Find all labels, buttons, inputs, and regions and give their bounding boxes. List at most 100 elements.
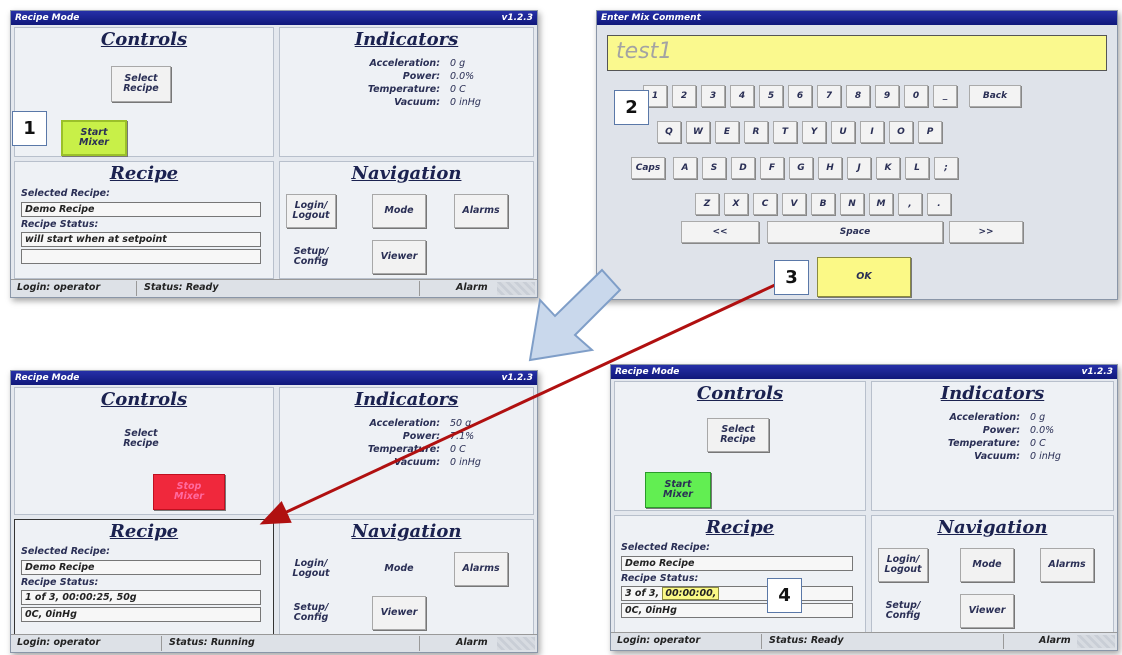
recipe-section: Recipe Selected Recipe: Demo Recipe Reci… <box>14 161 274 279</box>
key-semicolon[interactable]: ; <box>934 157 958 179</box>
status-bar: Login: operator Status: Ready Alarm <box>11 279 537 297</box>
key-_[interactable]: _ <box>933 85 957 107</box>
caps-key[interactable]: Caps <box>631 157 665 179</box>
acceleration-value: 0 g <box>450 58 466 69</box>
window-title: Recipe Mode <box>15 373 80 383</box>
key-s[interactable]: S <box>702 157 726 179</box>
recipe-status-line2: 0C, 0inHg <box>21 607 261 622</box>
key-3[interactable]: 3 <box>701 85 725 107</box>
key-g[interactable]: G <box>789 157 813 179</box>
temperature-label: Temperature: <box>367 444 440 455</box>
key-t[interactable]: T <box>773 121 797 143</box>
comment-input[interactable]: test1 <box>607 35 1107 71</box>
key-v[interactable]: V <box>782 193 806 215</box>
alarms-button[interactable]: Alarms <box>1040 548 1094 582</box>
dialog-titlebar: Enter Mix Comment <box>597 11 1117 25</box>
space-key[interactable]: Space <box>767 221 943 243</box>
key-k[interactable]: K <box>876 157 900 179</box>
key-h[interactable]: H <box>818 157 842 179</box>
key-a[interactable]: A <box>673 157 697 179</box>
mode-button[interactable]: Mode <box>960 548 1014 582</box>
login-logout-button[interactable]: Login/ Logout <box>878 548 928 582</box>
power-value: 0.0% <box>1030 425 1055 436</box>
key-m[interactable]: M <box>869 193 893 215</box>
recipe-mode-panel-complete: Recipe Mode v1.2.3 Controls Select Recip… <box>610 364 1118 651</box>
alarms-button[interactable]: Alarms <box>454 194 508 228</box>
key-u[interactable]: U <box>831 121 855 143</box>
login-logout-button[interactable]: Login/ Logout <box>286 194 336 228</box>
temperature-label: Temperature: <box>367 84 440 95</box>
selected-recipe-label: Selected Recipe: <box>21 546 110 557</box>
key-w[interactable]: W <box>686 121 710 143</box>
recipe-mode-panel-running: Recipe Mode v1.2.3 Controls Select Recip… <box>10 370 538 653</box>
key-i[interactable]: I <box>860 121 884 143</box>
cursor-left-key[interactable]: << <box>681 221 759 243</box>
key-y[interactable]: Y <box>802 121 826 143</box>
stop-mixer-button[interactable]: Stop Mixer <box>153 474 225 510</box>
navigation-section: Navigation Login/ Logout Mode Alarms Set… <box>871 515 1114 633</box>
select-recipe-button[interactable]: Select Recipe <box>707 418 769 452</box>
key-d[interactable]: D <box>731 157 755 179</box>
titlebar: Recipe Mode v1.2.3 <box>11 371 537 385</box>
selected-recipe-field: Demo Recipe <box>21 560 261 575</box>
cursor-right-key[interactable]: >> <box>949 221 1023 243</box>
login-status: Login: operator <box>17 637 101 648</box>
key-f[interactable]: F <box>760 157 784 179</box>
power-value: 0.0% <box>450 71 475 82</box>
start-mixer-button[interactable]: Start Mixer <box>645 472 711 508</box>
key-x[interactable]: X <box>724 193 748 215</box>
key-r[interactable]: R <box>744 121 768 143</box>
status-bar: Login: operator Status: Running Alarm <box>11 634 537 652</box>
key-b[interactable]: B <box>811 193 835 215</box>
mode-button[interactable]: Mode <box>372 194 426 228</box>
key-0[interactable]: 0 <box>904 85 928 107</box>
key-c[interactable]: C <box>753 193 777 215</box>
ok-button[interactable]: OK <box>817 257 911 297</box>
acceleration-value: 0 g <box>1030 412 1046 423</box>
recipe-status-line1: will start when at setpoint <box>21 232 261 247</box>
indicators-title: Indicators <box>354 29 459 50</box>
recipe-title: Recipe <box>109 163 179 184</box>
setup-config-button[interactable]: Setup/ Config <box>286 240 336 274</box>
key-9[interactable]: 9 <box>875 85 899 107</box>
start-mixer-button[interactable]: Start Mixer <box>61 120 127 156</box>
key-8[interactable]: 8 <box>846 85 870 107</box>
key-l[interactable]: L <box>905 157 929 179</box>
mode-button[interactable]: Mode <box>372 552 426 586</box>
dialog-title: Enter Mix Comment <box>601 13 701 23</box>
key-j[interactable]: J <box>847 157 871 179</box>
alarms-button[interactable]: Alarms <box>454 552 508 586</box>
key-6[interactable]: 6 <box>788 85 812 107</box>
key-period[interactable]: . <box>927 193 951 215</box>
key-comma[interactable]: , <box>898 193 922 215</box>
key-o[interactable]: O <box>889 121 913 143</box>
window-title: Recipe Mode <box>615 367 680 377</box>
version-label: v1.2.3 <box>501 373 534 383</box>
key-q[interactable]: Q <box>657 121 681 143</box>
login-status: Login: operator <box>617 635 701 646</box>
key-z[interactable]: Z <box>695 193 719 215</box>
controls-section: Controls Select Recipe Stop Mixer <box>14 387 274 515</box>
key-2[interactable]: 2 <box>672 85 696 107</box>
navigation-section: Navigation Login/ Logout Mode Alarms Set… <box>279 161 534 279</box>
key-7[interactable]: 7 <box>817 85 841 107</box>
key-e[interactable]: E <box>715 121 739 143</box>
setup-config-button[interactable]: Setup/ Config <box>878 594 928 628</box>
select-recipe-button[interactable]: Select Recipe <box>111 422 171 456</box>
viewer-button[interactable]: Viewer <box>372 240 426 274</box>
viewer-button[interactable]: Viewer <box>960 594 1014 628</box>
login-logout-button[interactable]: Login/ Logout <box>286 552 336 586</box>
key-5[interactable]: 5 <box>759 85 783 107</box>
select-recipe-button[interactable]: Select Recipe <box>111 66 171 102</box>
backspace-key[interactable]: Back <box>969 85 1021 107</box>
viewer-button[interactable]: Viewer <box>372 596 426 630</box>
alarm-indicator <box>1077 635 1115 648</box>
key-p[interactable]: P <box>918 121 942 143</box>
setup-config-button[interactable]: Setup/ Config <box>286 596 336 630</box>
power-label: Power: <box>402 71 440 82</box>
key-n[interactable]: N <box>840 193 864 215</box>
key-4[interactable]: 4 <box>730 85 754 107</box>
indicators-section: Indicators Acceleration: 50 g Power: 7.1% … <box>279 387 534 515</box>
temperature-value: 0 C <box>450 444 466 455</box>
acceleration-label: Acceleration: <box>949 412 1020 423</box>
